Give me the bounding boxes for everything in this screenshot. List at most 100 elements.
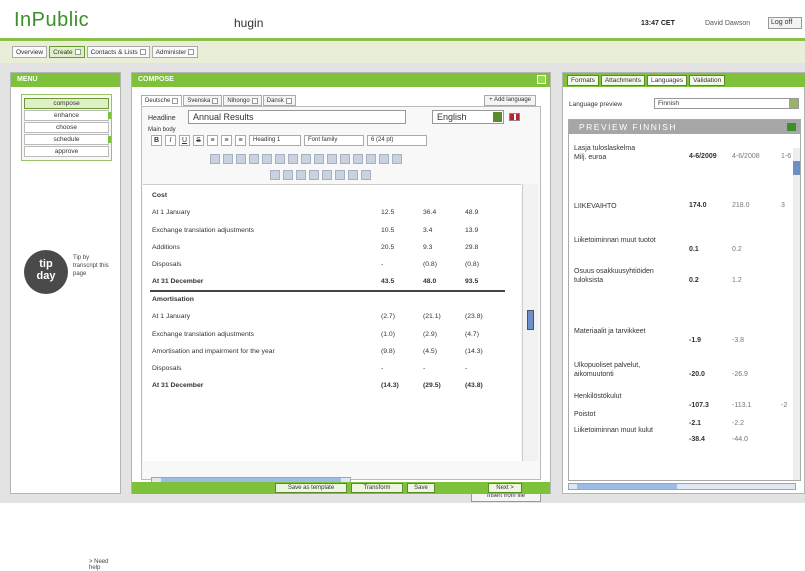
menu-item-choose[interactable]: choose xyxy=(24,122,109,133)
need-help-link[interactable]: > Need help xyxy=(89,559,120,571)
headline-input[interactable]: Annual Results xyxy=(188,110,406,124)
nav-tab-administer[interactable]: Administer xyxy=(151,46,199,58)
preview-value: -38.4 xyxy=(689,436,705,443)
lang-tab-deutsche[interactable]: Deutsche xyxy=(141,95,183,106)
code-icon[interactable] xyxy=(348,169,358,180)
indent-icon[interactable] xyxy=(262,153,272,164)
close-tab-icon[interactable] xyxy=(251,97,258,104)
next-button[interactable]: Next > xyxy=(488,483,522,493)
redo-icon[interactable] xyxy=(288,153,298,164)
lang-tab-label: Deutsche xyxy=(145,97,171,104)
italic-icon[interactable]: I xyxy=(165,135,176,146)
cut-icon[interactable] xyxy=(270,169,280,180)
row-value: 48.9 xyxy=(465,209,479,217)
row-value: 12.5 xyxy=(381,209,395,217)
logoff-button[interactable]: Log off xyxy=(768,17,802,29)
row-value: (2.7) xyxy=(381,313,395,321)
lang-tab-label: Svenska xyxy=(187,97,211,104)
replace-icon[interactable] xyxy=(366,153,376,164)
font-size-select[interactable]: 6 (24 pt) xyxy=(367,135,427,146)
menu-item-enhance[interactable]: enhance xyxy=(24,110,111,121)
tab-formats[interactable]: Formats xyxy=(567,75,599,86)
scroll-thumb[interactable] xyxy=(793,161,800,175)
preview-value: 0.2 xyxy=(732,246,742,253)
preview-row-label: Ulkopuoliset palvelut, aikomuutonti xyxy=(574,362,641,378)
numbered-list-icon[interactable] xyxy=(236,153,246,164)
tab-languages[interactable]: Languages xyxy=(646,75,688,86)
nav-tab-overview[interactable]: Overview xyxy=(12,46,48,58)
tip-of-day-logo[interactable]: tip day xyxy=(24,250,68,294)
save-button[interactable]: Save xyxy=(407,483,435,493)
language-preview-select[interactable]: Finnish xyxy=(654,98,799,109)
underline-icon[interactable]: U xyxy=(179,135,190,146)
close-tab-icon[interactable] xyxy=(172,97,179,104)
superscript-icon[interactable] xyxy=(322,169,332,180)
add-language-button[interactable]: + Add language xyxy=(484,95,536,106)
align-left-icon[interactable]: ≡ xyxy=(207,135,218,146)
row-value: - xyxy=(381,261,384,269)
tip-text: Tip by transcript this page xyxy=(73,255,109,277)
menu-item-schedule[interactable]: schedule xyxy=(24,134,111,145)
media-icon[interactable] xyxy=(361,169,371,180)
save-as-template-button[interactable]: Save as template xyxy=(275,483,347,493)
nav-tab-create[interactable]: Create xyxy=(49,46,85,58)
menu-item-approve[interactable]: approve xyxy=(24,146,109,157)
menu-item-compose[interactable]: compose xyxy=(24,98,109,109)
menu-item-label: approve xyxy=(54,148,79,155)
lang-tab-nihongo[interactable]: Nihongo xyxy=(223,95,262,106)
tip-logo-word: tip xyxy=(39,258,53,270)
row-value: 20.5 xyxy=(381,244,395,252)
cleanup-icon[interactable] xyxy=(210,153,220,164)
maximize-icon[interactable] xyxy=(787,123,796,131)
link-icon[interactable] xyxy=(301,153,311,164)
close-icon[interactable] xyxy=(537,75,546,84)
find-icon[interactable] xyxy=(353,153,363,164)
undo-icon[interactable] xyxy=(275,153,285,164)
lang-tab-dansk[interactable]: Dansk xyxy=(262,95,296,106)
horizontal-rule-icon[interactable] xyxy=(335,169,345,180)
preview-horizontal-scrollbar[interactable] xyxy=(568,483,796,490)
row-icon[interactable] xyxy=(392,153,402,164)
copy-icon[interactable] xyxy=(283,169,293,180)
scroll-thumb[interactable] xyxy=(527,310,534,330)
dropdown-icon xyxy=(188,49,195,55)
right-tabs: Formats Attachments Languages Validation xyxy=(563,73,805,87)
nav-tab-contacts[interactable]: Contacts & Lists xyxy=(86,46,150,58)
document-area[interactable]: Cost At 1 January 12.5 36.4 48.9 Exchange tra… xyxy=(143,184,521,461)
strikethrough-icon[interactable]: S xyxy=(193,135,204,146)
bullet-list-icon[interactable] xyxy=(223,153,233,164)
tip-logo-word: day xyxy=(36,270,56,282)
align-center-icon[interactable]: ≡ xyxy=(221,135,232,146)
preview-row-label: Liiketoiminnan muut tuotot xyxy=(574,237,656,244)
preview-vertical-scrollbar[interactable] xyxy=(793,148,800,480)
row-value: 29.8 xyxy=(465,244,479,252)
preview-value: 3 xyxy=(781,202,785,209)
language-select[interactable]: English xyxy=(432,110,504,124)
vertical-scrollbar[interactable] xyxy=(522,184,538,461)
lang-tab-label: Nihongo xyxy=(227,97,250,104)
scroll-thumb[interactable] xyxy=(577,484,677,489)
tab-attachments[interactable]: Attachments xyxy=(600,75,645,86)
close-tab-icon[interactable] xyxy=(212,97,219,104)
anchor-icon[interactable] xyxy=(327,153,337,164)
unlink-icon[interactable] xyxy=(314,153,324,164)
heading-select[interactable]: Heading 1 xyxy=(249,135,301,146)
preview-value: 218.0 xyxy=(732,202,750,209)
bold-icon[interactable]: B xyxy=(151,135,162,146)
table-icon[interactable] xyxy=(379,153,389,164)
image-icon[interactable] xyxy=(340,153,350,164)
subscript-icon[interactable] xyxy=(309,169,319,180)
tab-validation[interactable]: Validation xyxy=(689,75,726,86)
row-label: At 1 January xyxy=(152,209,191,217)
font-family-select[interactable]: Font family xyxy=(304,135,364,146)
paste-icon[interactable] xyxy=(296,169,306,180)
outdent-icon[interactable] xyxy=(249,153,259,164)
row-value: (29.5) xyxy=(423,382,441,390)
preview-value: 0.2 xyxy=(689,277,699,284)
align-right-icon[interactable]: ≡ xyxy=(235,135,246,146)
lang-tab-svenska[interactable]: Svenska xyxy=(183,95,223,106)
transform-button[interactable]: Transform xyxy=(351,483,403,493)
close-tab-icon[interactable] xyxy=(285,97,292,104)
toolbar-row-1: B I U S ≡ ≡ ≡ Heading 1 Font family 6 (2… xyxy=(151,134,427,147)
preview-value: -1.9 xyxy=(689,337,702,344)
